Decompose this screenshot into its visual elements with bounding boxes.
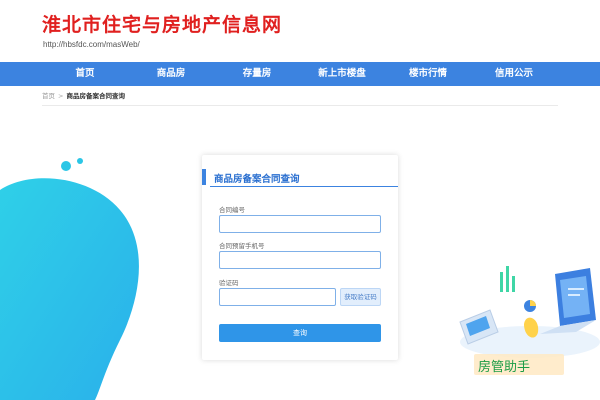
site-title: 淮北市住宅与房地产信息网	[42, 14, 283, 36]
breadcrumb-current: 商品房备案合同查询	[66, 92, 125, 100]
nav-item-new-homes[interactable]: 商品房	[131, 62, 211, 86]
deco-dot-small	[77, 158, 83, 164]
card-title-rule	[210, 186, 398, 187]
breadcrumb: 首页 > 商品房备案合同查询	[42, 92, 125, 100]
contract-no-input[interactable]	[219, 215, 381, 233]
site-url: http://hbsfdc.com/masWeb/	[43, 40, 140, 49]
main-nav: 首页 商品房 存量房 新上市楼盘 楼市行情 信用公示	[0, 62, 600, 86]
chart-bar	[512, 276, 515, 292]
decorative-blob	[0, 158, 139, 400]
captcha-label: 验证码	[219, 279, 239, 287]
nav-item-resale[interactable]: 存量房	[217, 62, 297, 86]
nav-item-market[interactable]: 楼市行情	[388, 62, 468, 86]
chart-bar	[506, 266, 509, 292]
phone-input[interactable]	[219, 251, 381, 269]
nav-item-credit[interactable]: 信用公示	[474, 62, 554, 86]
breadcrumb-separator: >	[58, 92, 64, 100]
breadcrumb-home[interactable]: 首页	[42, 92, 55, 100]
chart-bar	[500, 272, 503, 292]
nav-item-home[interactable]: 首页	[45, 62, 125, 86]
nav-item-new-listings[interactable]: 新上市楼盘	[302, 62, 382, 86]
query-card: 商品房备案合同查询 合同编号 合同预留手机号 验证码 获取验证码 查询	[202, 155, 398, 360]
query-button[interactable]: 查询	[219, 324, 381, 342]
phone-label: 合同预留手机号	[219, 242, 265, 250]
get-captcha-button[interactable]: 获取验证码	[340, 288, 381, 306]
breadcrumb-divider	[42, 105, 558, 106]
card-title: 商品房备案合同查询	[214, 174, 300, 185]
contract-no-label: 合同编号	[219, 206, 245, 214]
deco-dot-large	[61, 161, 71, 171]
card-accent-bar	[202, 169, 206, 185]
office-illustration	[459, 266, 600, 358]
captcha-input[interactable]	[219, 288, 336, 306]
watermark-text: 房管助手	[478, 360, 531, 375]
